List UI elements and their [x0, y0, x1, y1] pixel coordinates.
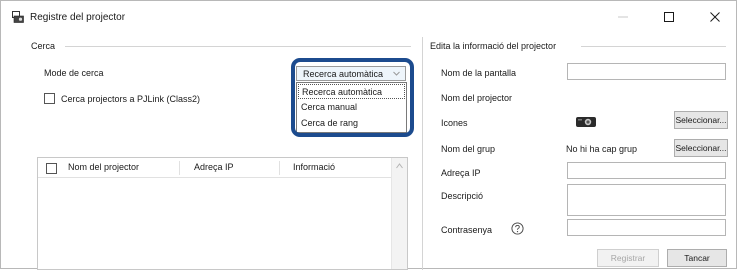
search-group-border [65, 46, 411, 47]
pjlink-label: Cerca projectors a PJLink (Class2) [61, 94, 201, 104]
description-label: Descripció [441, 191, 484, 201]
title-bar: Registre del projector [1, 1, 736, 33]
ip-address-label: Adreça IP [441, 168, 481, 178]
projector-name-label: Nom del projector [441, 93, 513, 103]
edit-group-title: Edita la informació del projector [430, 41, 557, 51]
select-all-checkbox[interactable] [46, 163, 57, 174]
column-separator [179, 161, 180, 175]
screen-name-label: Nom de la pantalla [441, 68, 517, 78]
close-button[interactable] [697, 1, 733, 33]
close-dialog-button[interactable]: Tancar [667, 249, 727, 267]
screen-name-input[interactable] [567, 63, 726, 80]
description-input[interactable] [567, 184, 726, 216]
pjlink-checkbox[interactable] [44, 93, 55, 104]
ip-address-input[interactable] [567, 162, 726, 179]
icons-label: Icones [441, 118, 468, 128]
minimize-button[interactable] [605, 1, 641, 33]
select-icon-button[interactable]: Seleccionar... [674, 111, 728, 129]
column-header-name[interactable]: Nom del projector [68, 162, 139, 172]
maximize-button[interactable] [651, 1, 687, 33]
table-scrollbar[interactable] [391, 158, 407, 269]
search-group-title: Cerca [31, 41, 56, 51]
projector-icon [576, 117, 596, 127]
password-label: Contrasenya [441, 225, 493, 235]
password-input[interactable] [567, 219, 726, 236]
edit-group-border [581, 46, 726, 47]
panel-separator [422, 37, 423, 270]
minimize-icon [618, 16, 628, 18]
column-header-info[interactable]: Informació [293, 162, 335, 172]
projector-table: Nom del projector Adreça IP Informació [37, 157, 408, 270]
close-icon [710, 12, 720, 22]
table-header: Nom del projector Adreça IP Informació [38, 158, 391, 178]
help-icon[interactable] [511, 222, 524, 235]
column-separator [279, 161, 280, 175]
projector-registration-window: Registre del projector Cerca Mode de cer… [0, 0, 737, 270]
select-group-button[interactable]: Seleccionar... [674, 139, 728, 157]
group-name-label: Nom del grup [441, 144, 496, 154]
highlight-annotation [291, 58, 414, 137]
register-button[interactable]: Registrar [597, 249, 659, 267]
scroll-up-icon[interactable] [396, 163, 403, 169]
projector-registry-icon [12, 11, 24, 23]
window-title: Registre del projector [30, 12, 126, 23]
group-name-value: No hi ha cap grup [566, 144, 638, 154]
maximize-icon [664, 12, 674, 22]
search-mode-label: Mode de cerca [44, 68, 104, 78]
column-header-ip[interactable]: Adreça IP [194, 162, 234, 172]
